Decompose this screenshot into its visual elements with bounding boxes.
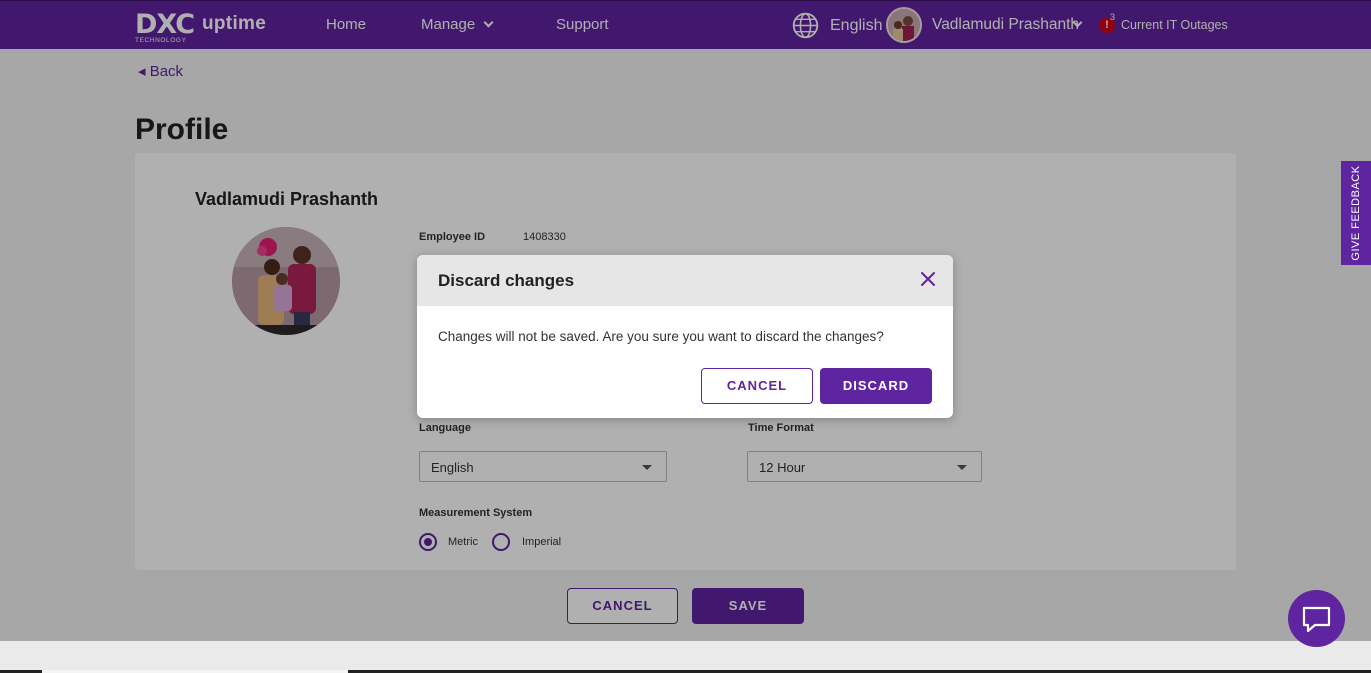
give-feedback-label: GIVE FEEDBACK [1350, 165, 1362, 261]
chat-icon [1302, 606, 1331, 633]
dialog-header: Discard changes [417, 255, 953, 306]
dialog-cancel-button[interactable]: CANCEL [701, 368, 813, 404]
dialog-title: Discard changes [438, 271, 575, 290]
close-icon[interactable] [920, 271, 936, 287]
footer-area [0, 641, 1371, 673]
dialog-discard-button[interactable]: DISCARD [820, 368, 932, 404]
discard-changes-dialog: Discard changes Changes will not be save… [417, 255, 953, 418]
chat-button[interactable] [1288, 590, 1345, 647]
dialog-message: Changes will not be saved. Are you sure … [438, 329, 884, 344]
give-feedback-tab[interactable]: GIVE FEEDBACK [1341, 161, 1371, 265]
